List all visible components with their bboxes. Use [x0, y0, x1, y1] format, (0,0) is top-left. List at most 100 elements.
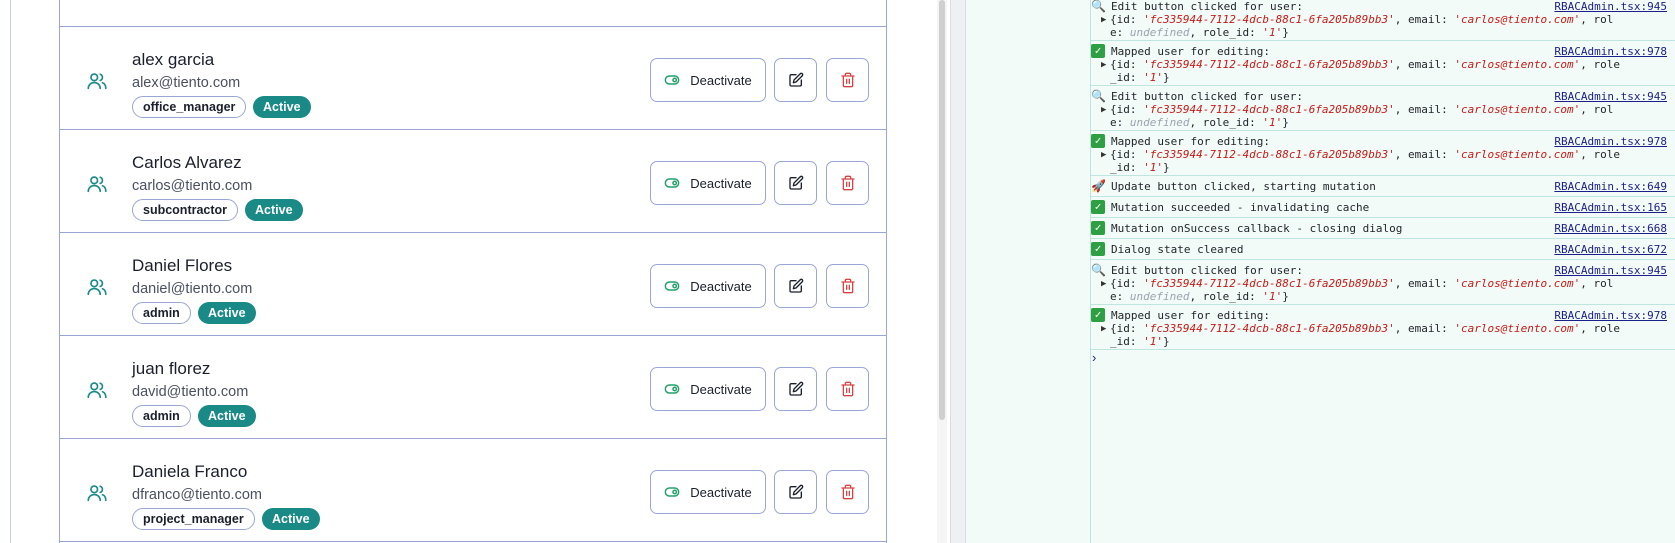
trash-icon	[840, 72, 855, 88]
magnifier-icon: 🔍	[1091, 263, 1106, 277]
console-source-link[interactable]: RBACAdmin.tsx:978	[1554, 135, 1667, 148]
user-row: Carlos Alvarez carlos@tiento.com subcont…	[60, 129, 886, 232]
expand-triangle-icon[interactable]: ▶	[1101, 60, 1106, 70]
role-badge: project_manager	[132, 508, 255, 530]
console-entry: 🔍 Edit button clicked for user: RBACAdmin.…	[1091, 260, 1675, 305]
edit-user-button[interactable]	[774, 470, 817, 514]
status-badge: Active	[198, 302, 256, 324]
edit-icon	[788, 72, 803, 87]
toggle-icon	[664, 384, 680, 394]
check-icon: ✓	[1091, 44, 1105, 58]
edit-user-button[interactable]	[774, 367, 817, 411]
console-message: Edit button clicked for user:	[1111, 90, 1304, 103]
console-object-preview[interactable]: {id: 'fc335944-7112-4dcb-88c1-6fa205b89b…	[1110, 103, 1613, 116]
pane-divider[interactable]	[950, 0, 966, 543]
user-email: daniel@tiento.com	[132, 281, 253, 297]
edit-user-button[interactable]	[774, 58, 817, 102]
edit-icon	[788, 381, 803, 396]
console-entry: ✓ Mutation onSuccess callback - closing d…	[1091, 218, 1675, 239]
expand-triangle-icon[interactable]: ▶	[1101, 105, 1106, 115]
console-message: Mutation onSuccess callback - closing di…	[1111, 222, 1403, 235]
console-source-link[interactable]: RBACAdmin.tsx:945	[1554, 90, 1667, 103]
user-row: Daniela Franco dfranco@tiento.com projec…	[60, 438, 886, 541]
expand-triangle-icon[interactable]: ▶	[1101, 150, 1106, 160]
delete-user-button[interactable]	[826, 161, 869, 205]
console-object-preview[interactable]: {id: 'fc335944-7112-4dcb-88c1-6fa205b89b…	[1110, 277, 1613, 290]
status-badge: Active	[245, 199, 303, 221]
expand-triangle-icon[interactable]: ▶	[1101, 324, 1106, 334]
deactivate-button[interactable]: Deactivate	[650, 264, 766, 308]
toggle-icon	[664, 75, 680, 85]
edit-user-button[interactable]	[774, 161, 817, 205]
console-object-preview[interactable]: {id: 'fc335944-7112-4dcb-88c1-6fa205b89b…	[1110, 13, 1613, 26]
deactivate-label: Deactivate	[690, 278, 752, 294]
console-source-link[interactable]: RBACAdmin.tsx:945	[1554, 0, 1667, 13]
console-source-link[interactable]: RBACAdmin.tsx:668	[1554, 222, 1667, 235]
delete-user-button[interactable]	[826, 470, 869, 514]
console-object-preview[interactable]: {id: 'fc335944-7112-4dcb-88c1-6fa205b89b…	[1110, 58, 1620, 71]
devtools-console: 🔍 Edit button clicked for user: RBACAdmin.…	[966, 0, 1675, 543]
user-email: alex@tiento.com	[132, 75, 241, 91]
console-message: Edit button clicked for user:	[1111, 0, 1304, 13]
user-list: alex garcia alex@tiento.com office_manag…	[59, 0, 887, 543]
user-row: Daniel Flores daniel@tiento.com admin Ac…	[60, 232, 886, 335]
console-source-link[interactable]: RBACAdmin.tsx:649	[1554, 180, 1667, 193]
console-object-preview-cont: e: undefined, role_id: '1'}	[1110, 116, 1289, 129]
console-message: Mapped user for editing:	[1111, 135, 1270, 148]
console-object-preview-cont: _id: '1'}	[1110, 71, 1170, 84]
console-entry: 🔍 Edit button clicked for user: RBACAdmin.…	[1091, 0, 1675, 41]
status-badge: Active	[253, 96, 311, 118]
role-badge: office_manager	[132, 96, 247, 118]
role-badge: admin	[132, 302, 191, 324]
toggle-icon	[664, 487, 680, 497]
console-log: 🔍 Edit button clicked for user: RBACAdmin.…	[1091, 0, 1675, 543]
deactivate-label: Deactivate	[690, 175, 752, 191]
console-source-link[interactable]: RBACAdmin.tsx:165	[1554, 201, 1667, 214]
console-message: Update button clicked, starting mutation	[1111, 180, 1376, 193]
edit-user-button[interactable]	[774, 264, 817, 308]
user-management-pane: alex garcia alex@tiento.com office_manag…	[0, 0, 947, 543]
check-icon: ✓	[1091, 134, 1105, 148]
delete-user-button[interactable]	[826, 58, 869, 102]
deactivate-label: Deactivate	[690, 72, 752, 88]
console-message: Mutation succeeded - invalidating cache	[1111, 201, 1370, 214]
role-badge: admin	[132, 405, 191, 427]
deactivate-button[interactable]: Deactivate	[650, 58, 766, 102]
edit-icon	[788, 484, 803, 499]
console-entry: ✓ Mapped user for editing: RBACAdmin.tsx:9…	[1091, 131, 1675, 176]
console-source-link[interactable]: RBACAdmin.tsx:945	[1554, 264, 1667, 277]
console-object-preview-cont: _id: '1'}	[1110, 335, 1170, 348]
status-badge: Active	[262, 508, 320, 530]
console-entry: ✓ Mutation succeeded - invalidating cache…	[1091, 197, 1675, 218]
console-object-preview[interactable]: {id: 'fc335944-7112-4dcb-88c1-6fa205b89b…	[1110, 322, 1620, 335]
users-icon	[86, 379, 108, 401]
user-email: dfranco@tiento.com	[132, 487, 262, 503]
expand-triangle-icon[interactable]: ▶	[1101, 15, 1106, 25]
toggle-icon	[664, 281, 680, 291]
scrollbar-thumb[interactable]	[939, 0, 945, 420]
user-row: juan florez david@tiento.com admin Activ…	[60, 335, 886, 438]
deactivate-button[interactable]: Deactivate	[650, 470, 766, 514]
console-entry: 🚀 Update button clicked, starting mutatio…	[1091, 176, 1675, 197]
user-name: Daniel Flores	[132, 256, 233, 275]
deactivate-button[interactable]: Deactivate	[650, 161, 766, 205]
user-name: Carlos Alvarez	[132, 153, 242, 172]
expand-triangle-icon[interactable]: ▶	[1101, 279, 1106, 289]
console-object-preview[interactable]: {id: 'fc335944-7112-4dcb-88c1-6fa205b89b…	[1110, 148, 1620, 161]
console-prompt-caret[interactable]: ›	[1092, 350, 1096, 365]
console-source-link[interactable]: RBACAdmin.tsx:672	[1554, 243, 1667, 256]
user-name: juan florez	[132, 359, 211, 378]
deactivate-button[interactable]: Deactivate	[650, 367, 766, 411]
toggle-icon	[664, 178, 680, 188]
console-source-link[interactable]: RBACAdmin.tsx:978	[1554, 309, 1667, 322]
trash-icon	[840, 381, 855, 397]
user-row: alex garcia alex@tiento.com office_manag…	[60, 26, 886, 129]
user-email: david@tiento.com	[132, 384, 249, 400]
console-source-link[interactable]: RBACAdmin.tsx:978	[1554, 45, 1667, 58]
users-icon	[86, 173, 108, 195]
console-entry: 🔍 Edit button clicked for user: RBACAdmin.…	[1091, 86, 1675, 131]
delete-user-button[interactable]	[826, 367, 869, 411]
delete-user-button[interactable]	[826, 264, 869, 308]
trash-icon	[840, 278, 855, 294]
check-icon: ✓	[1091, 221, 1105, 235]
